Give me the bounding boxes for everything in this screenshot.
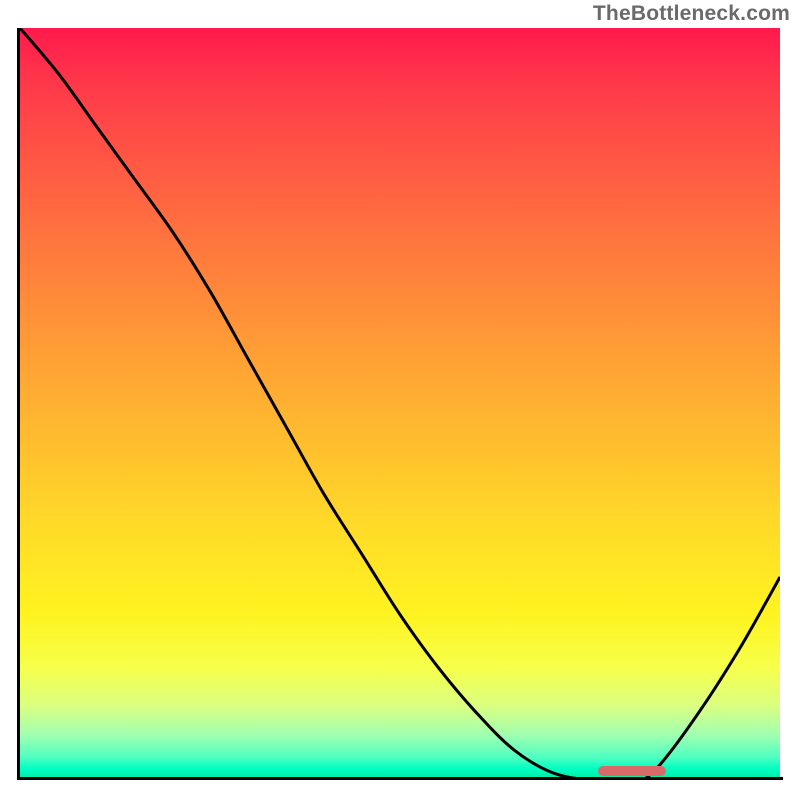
bottleneck-curve	[20, 28, 780, 780]
chart-curve-svg	[20, 28, 780, 780]
chart-container: TheBottleneck.com	[0, 0, 800, 800]
watermark-text: TheBottleneck.com	[593, 2, 790, 26]
optimal-range-marker	[598, 766, 666, 776]
